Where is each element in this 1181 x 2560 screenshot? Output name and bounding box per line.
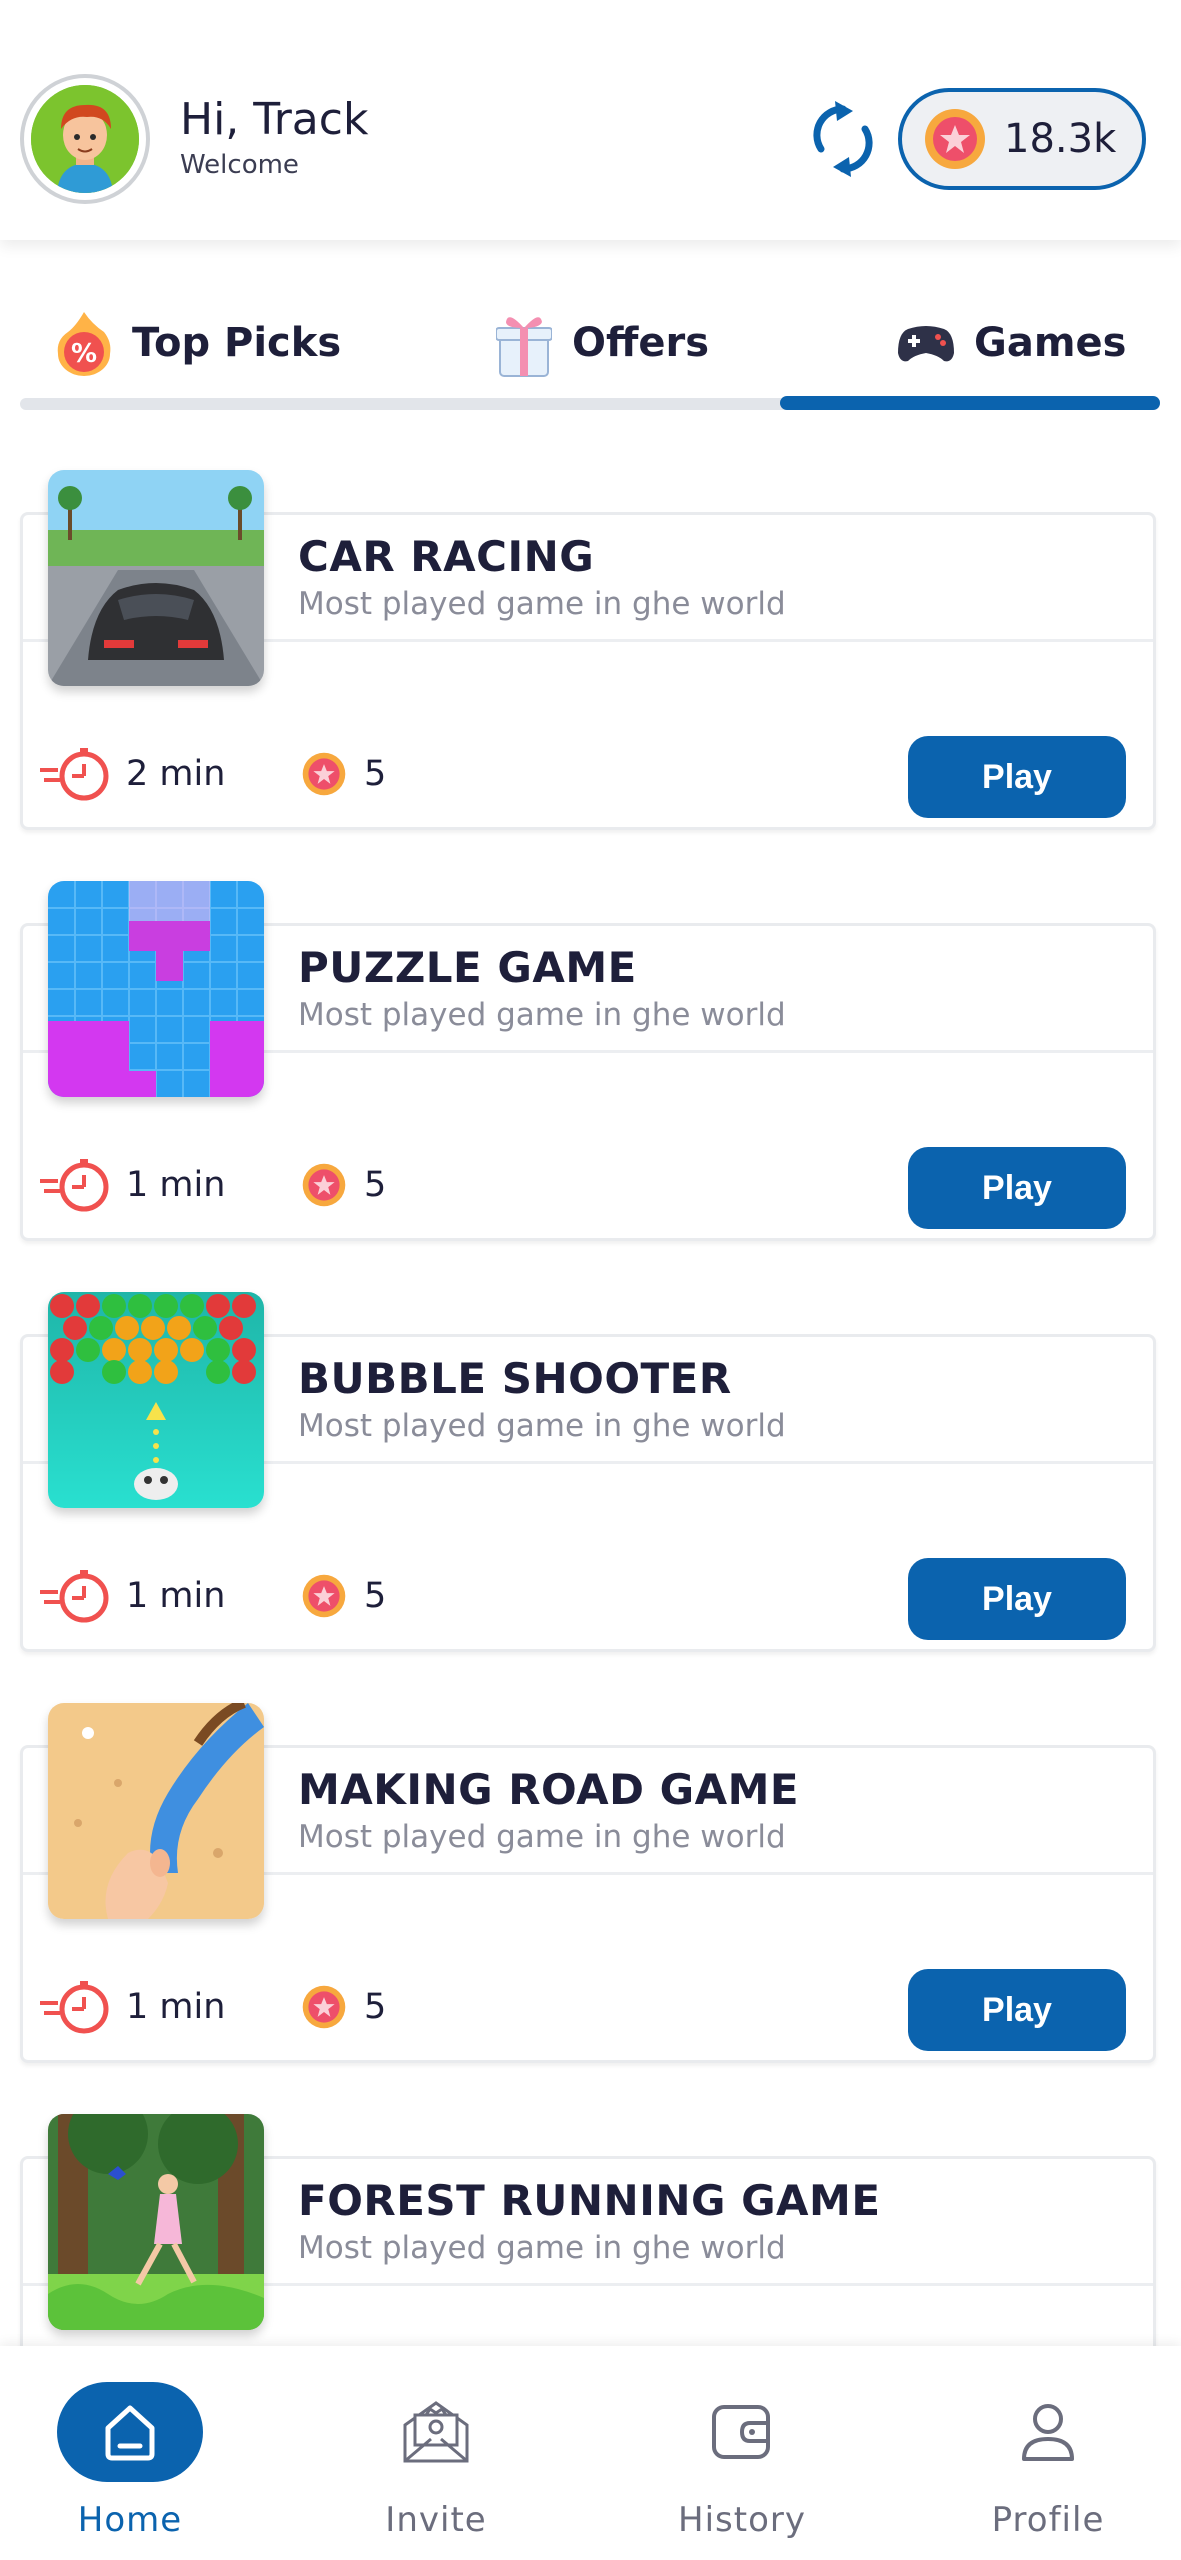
game-title: CAR RACING xyxy=(298,532,595,581)
refresh-icon[interactable] xyxy=(808,96,878,182)
nav-label: History xyxy=(678,2500,806,2540)
avatar-image xyxy=(31,85,139,193)
tab-active-indicator xyxy=(780,396,1160,410)
coin-icon xyxy=(925,109,985,169)
tab-label: Top Picks xyxy=(132,320,342,366)
avatar[interactable] xyxy=(20,74,150,204)
bubble-shooter-thumbnail[interactable] xyxy=(48,1292,264,1508)
tab-offers[interactable]: Offers xyxy=(496,308,709,378)
coin-icon xyxy=(302,1985,346,2029)
nav-home[interactable]: Home xyxy=(30,2382,230,2552)
gift-icon xyxy=(496,317,552,377)
game-title: PUZZLE GAME xyxy=(298,943,637,992)
duration-text: 1 min xyxy=(126,1987,226,2027)
welcome-subtitle: Welcome xyxy=(180,150,299,180)
reward-amount: 5 xyxy=(364,1576,387,1616)
nav-profile[interactable]: Profile xyxy=(948,2382,1148,2552)
game-description: Most played game in ghe world xyxy=(298,1819,786,1855)
game-description: Most played game in ghe world xyxy=(298,997,786,1033)
nav-invite[interactable]: Invite xyxy=(336,2382,536,2552)
play-button[interactable]: Play xyxy=(908,1969,1126,2051)
nav-label: Invite xyxy=(385,2500,487,2540)
games-list: CAR RACING Most played game in ghe world… xyxy=(0,416,1181,2474)
user-name: Track xyxy=(253,94,369,145)
play-button[interactable]: Play xyxy=(908,736,1126,818)
gamepad-icon xyxy=(898,326,954,362)
timer-icon xyxy=(40,748,109,801)
reward-amount: 5 xyxy=(364,1987,387,2027)
coin-icon xyxy=(302,752,346,796)
game-title: MAKING ROAD GAME xyxy=(298,1765,800,1814)
duration-text: 1 min xyxy=(126,1576,226,1616)
duration-text: 2 min xyxy=(126,754,226,794)
greeting-block: Hi, Track Welcome xyxy=(180,92,368,182)
coin-balance: 18.3k xyxy=(1004,116,1117,162)
game-description: Most played game in ghe world xyxy=(298,2230,786,2266)
app-header: Hi, Track Welcome 18.3k xyxy=(0,0,1181,240)
reward: 5 xyxy=(302,752,386,796)
timer-icon xyxy=(40,1981,109,2034)
coin-icon xyxy=(302,1163,346,1207)
play-button[interactable]: Play xyxy=(908,1558,1126,1640)
duration: 1 min xyxy=(40,1157,225,1213)
nav-label: Profile xyxy=(991,2500,1105,2540)
tab-top-picks[interactable]: % Top Picks xyxy=(56,308,341,378)
game-title: FOREST RUNNING GAME xyxy=(298,2176,881,2225)
category-tabs: % Top Picks Offers Games xyxy=(0,240,1181,416)
reward: 5 xyxy=(302,1574,386,1618)
puzzle-game-thumbnail[interactable] xyxy=(48,881,264,1097)
invite-envelope-icon xyxy=(363,2382,509,2482)
car-racing-thumbnail[interactable] xyxy=(48,470,264,686)
reward: 5 xyxy=(302,1163,386,1207)
nav-label: Home xyxy=(77,2500,183,2540)
reward-amount: 5 xyxy=(364,1165,387,1205)
timer-icon xyxy=(40,1159,109,1212)
forest-running-thumbnail[interactable] xyxy=(48,2114,264,2330)
nav-history[interactable]: History xyxy=(642,2382,842,2552)
svg-text:%: % xyxy=(71,339,97,369)
tab-label: Games xyxy=(974,320,1127,366)
game-description: Most played game in ghe world xyxy=(298,1408,786,1444)
home-icon xyxy=(57,2382,203,2482)
timer-icon xyxy=(40,1570,109,1623)
game-card: PUZZLE GAME Most played game in ghe worl… xyxy=(0,827,1181,1241)
wallet-icon xyxy=(669,2382,815,2482)
game-card: CAR RACING Most played game in ghe world… xyxy=(0,416,1181,830)
duration-text: 1 min xyxy=(126,1165,226,1205)
coin-icon xyxy=(302,1574,346,1618)
reward: 5 xyxy=(302,1985,386,2029)
game-title: BUBBLE SHOOTER xyxy=(298,1354,732,1403)
game-card: MAKING ROAD GAME Most played game in ghe… xyxy=(0,1649,1181,2063)
bottom-navigation: Home Invite History Profile xyxy=(0,2346,1181,2560)
user-icon xyxy=(975,2382,1121,2482)
duration: 1 min xyxy=(40,1568,225,1624)
play-button[interactable]: Play xyxy=(908,1147,1126,1229)
coin-balance-pill[interactable]: 18.3k xyxy=(898,88,1146,190)
duration: 2 min xyxy=(40,746,225,802)
tab-games[interactable]: Games xyxy=(898,308,1126,378)
greeting-prefix: Hi, xyxy=(180,94,254,145)
game-description: Most played game in ghe world xyxy=(298,586,786,622)
tab-label: Offers xyxy=(572,320,710,366)
greeting-line: Hi, Track xyxy=(180,92,368,148)
percent-flame-icon: % xyxy=(57,312,111,376)
duration: 1 min xyxy=(40,1979,225,2035)
reward-amount: 5 xyxy=(364,754,387,794)
making-road-thumbnail[interactable] xyxy=(48,1703,264,1919)
game-card: BUBBLE SHOOTER Most played game in ghe w… xyxy=(0,1238,1181,1652)
